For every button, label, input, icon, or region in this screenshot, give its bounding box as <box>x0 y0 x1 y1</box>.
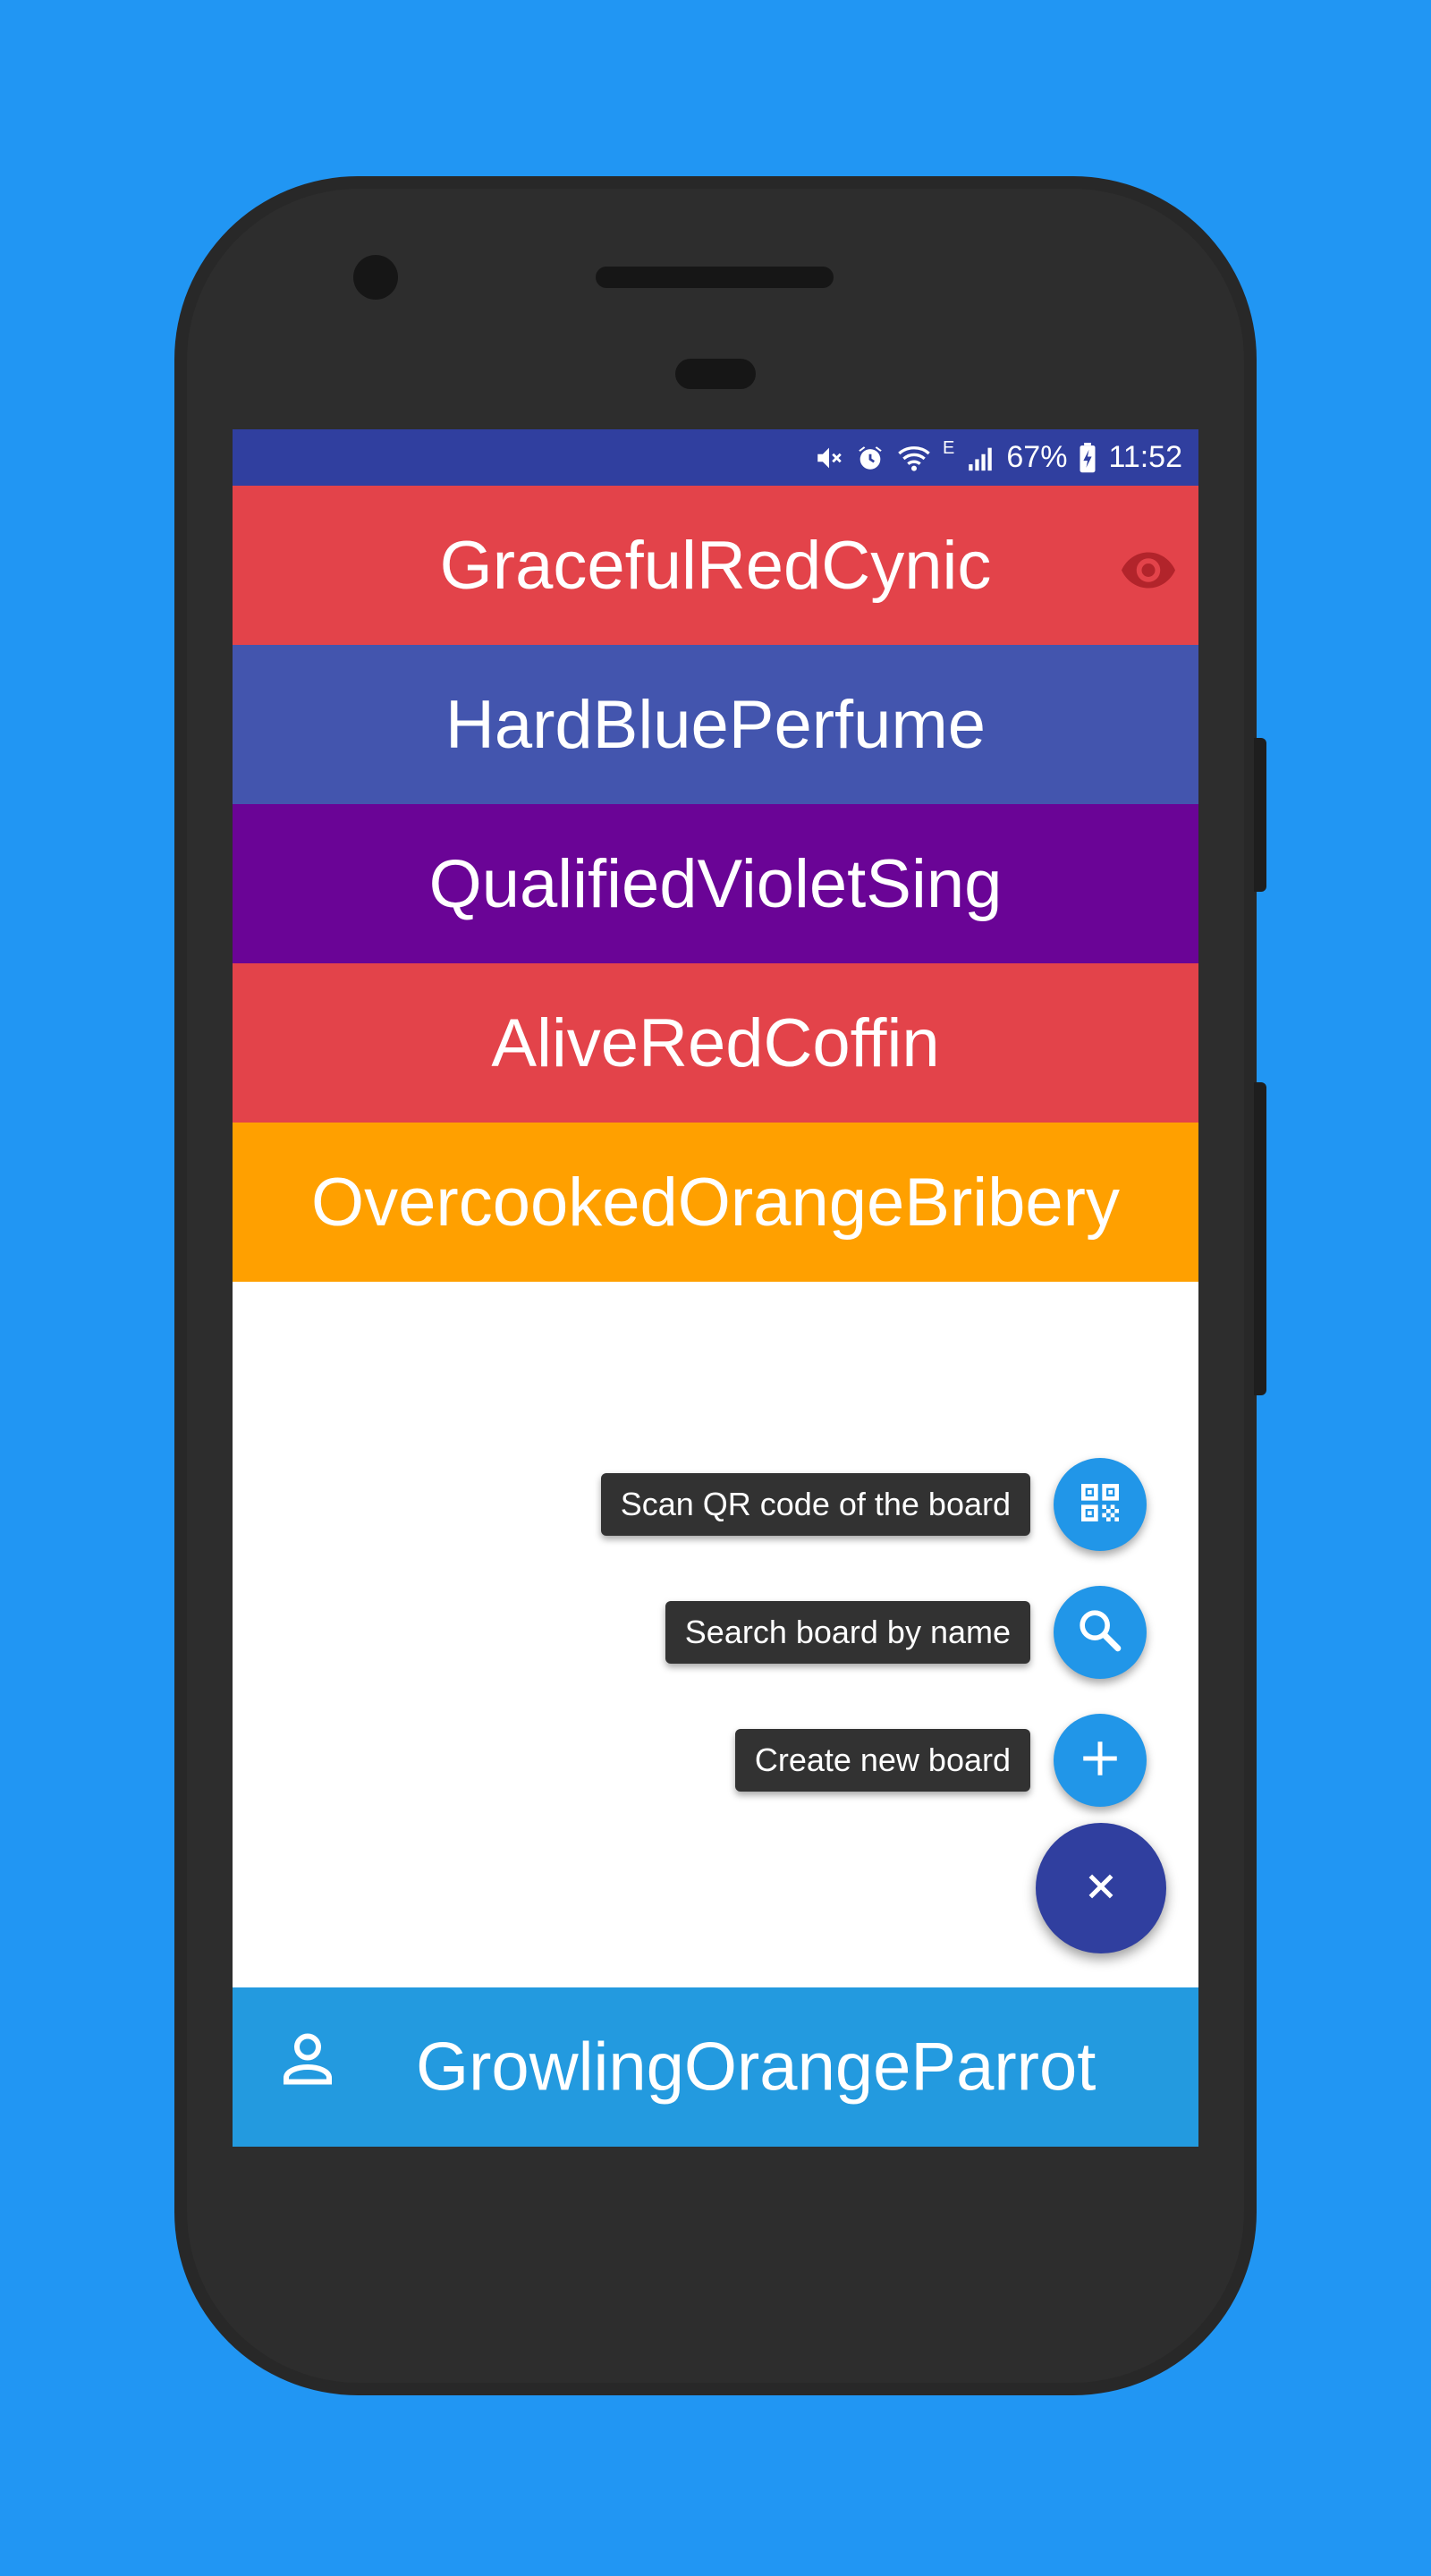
clock: 11:52 <box>1108 440 1182 474</box>
fab-action-create: Create new board <box>233 1711 1198 1809</box>
alarm-icon <box>855 443 885 473</box>
board-item[interactable]: GracefulRedCynic <box>233 486 1198 645</box>
create-board-tooltip[interactable]: Create new board <box>734 1729 1030 1792</box>
user-name: GrowlingOrangeParrot <box>416 2029 1097 2106</box>
signal-icon <box>965 443 995 473</box>
volume-button-hardware <box>1254 1082 1266 1395</box>
battery-percent: 67% <box>1006 440 1068 474</box>
user-bar[interactable]: GrowlingOrangeParrot <box>233 1987 1198 2147</box>
front-camera <box>353 255 398 300</box>
scan-qr-tooltip[interactable]: Scan QR code of the board <box>600 1473 1030 1536</box>
mute-icon <box>814 443 844 473</box>
network-type-icon: E <box>943 438 955 458</box>
proximity-sensor <box>675 359 756 389</box>
app-screen: E 67% 11:52 GracefulRedCynic HardBluePer… <box>233 429 1198 2147</box>
search-icon <box>1075 1606 1125 1660</box>
status-bar: E 67% 11:52 <box>233 429 1198 486</box>
board-name: AliveRedCoffin <box>491 1004 940 1081</box>
board-item[interactable]: HardBluePerfume <box>233 645 1198 804</box>
plus-icon <box>1078 1736 1122 1785</box>
wifi-icon <box>896 443 932 473</box>
close-menu-button[interactable] <box>1036 1823 1166 1953</box>
battery-charging-icon <box>1078 442 1097 473</box>
search-tooltip[interactable]: Search board by name <box>665 1601 1030 1664</box>
search-board-button[interactable] <box>1054 1586 1147 1679</box>
board-item[interactable]: AliveRedCoffin <box>233 963 1198 1123</box>
board-name: QualifiedVioletSing <box>428 845 1003 922</box>
close-icon <box>1083 1868 1119 1909</box>
board-item[interactable]: OvercookedOrangeBribery <box>233 1123 1198 1282</box>
power-button-hardware <box>1254 738 1266 892</box>
qr-code-icon <box>1075 1478 1125 1532</box>
scan-qr-button[interactable] <box>1054 1458 1147 1551</box>
eye-icon[interactable] <box>1122 527 1175 605</box>
create-board-button[interactable] <box>1054 1714 1147 1807</box>
board-name: HardBluePerfume <box>445 686 986 763</box>
fab-action-search: Search board by name <box>233 1583 1198 1682</box>
fab-action-scan: Scan QR code of the board <box>233 1455 1198 1554</box>
board-item[interactable]: QualifiedVioletSing <box>233 804 1198 963</box>
earpiece-speaker <box>596 267 834 288</box>
person-icon <box>275 2027 340 2107</box>
board-name: OvercookedOrangeBribery <box>311 1164 1120 1241</box>
board-name: GracefulRedCynic <box>439 527 992 604</box>
